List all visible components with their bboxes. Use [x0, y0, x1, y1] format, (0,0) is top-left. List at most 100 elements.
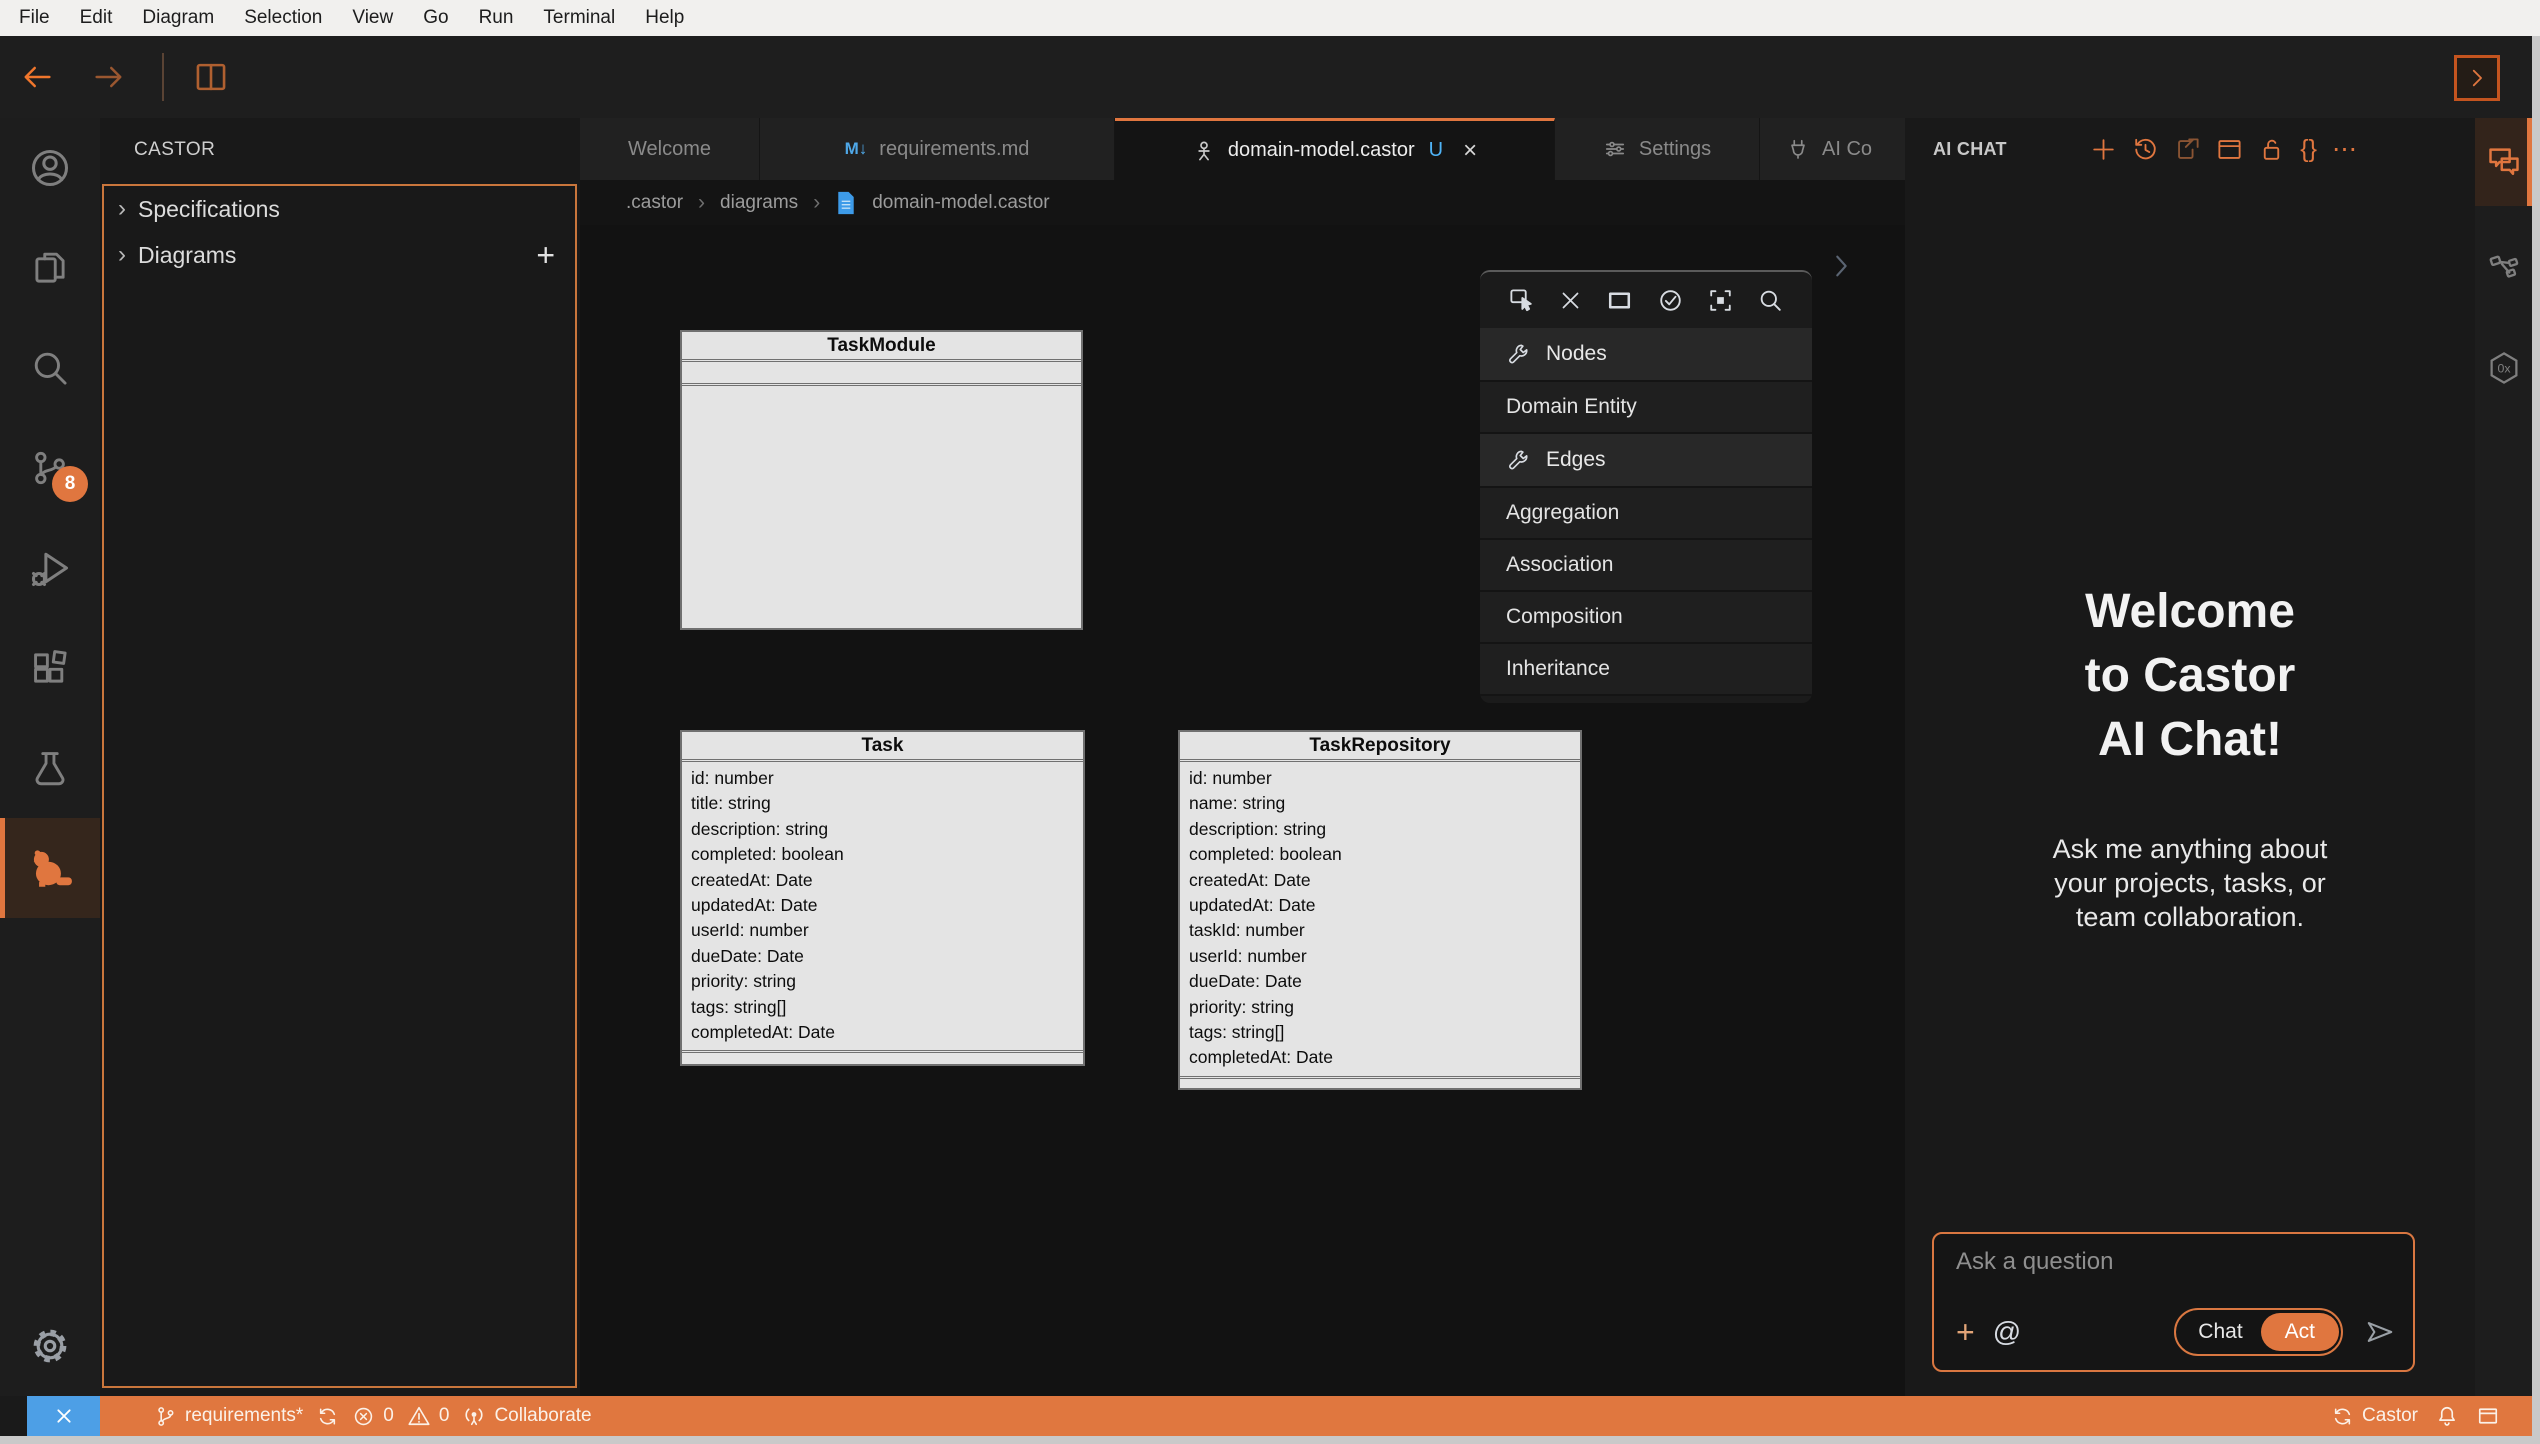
validate-tool[interactable] — [1657, 287, 1684, 314]
export-note-button[interactable] — [2174, 136, 2201, 163]
tree-item-specifications[interactable]: › Specifications — [104, 186, 575, 232]
right-bar-hex[interactable]: 0x — [2475, 324, 2532, 412]
remote-icon — [51, 1403, 77, 1429]
tab-ai-config[interactable]: AI Co — [1760, 118, 1905, 180]
error-status[interactable]: 0 — [352, 1405, 394, 1428]
bell-icon — [2435, 1404, 2459, 1428]
delete-tool[interactable] — [1558, 288, 1583, 313]
menu-item[interactable]: Edit — [65, 0, 128, 36]
right-bar-hierarchy[interactable] — [2475, 220, 2532, 308]
palette-item[interactable]: Inheritance — [1480, 644, 1812, 696]
class-node-taskrepository[interactable]: TaskRepository id: numbername: stringdes… — [1178, 730, 1582, 1090]
panel-icon — [2476, 1404, 2500, 1428]
tab-welcome[interactable]: Welcome — [580, 118, 760, 180]
activity-castor[interactable] — [0, 818, 100, 918]
collaborate-status[interactable]: Collaborate — [462, 1404, 591, 1428]
menu-item[interactable]: View — [337, 0, 408, 36]
menu-item[interactable]: File — [4, 0, 65, 36]
layout-icon — [2216, 136, 2243, 163]
palette-item[interactable]: Aggregation — [1480, 488, 1812, 540]
layout-button[interactable] — [2216, 136, 2243, 163]
focus-center-tool[interactable] — [1707, 287, 1734, 314]
menu-item[interactable]: Go — [408, 0, 463, 36]
chevron-right-icon — [2464, 65, 2490, 91]
back-button[interactable] — [14, 54, 60, 100]
menu-item[interactable]: Help — [630, 0, 699, 36]
sidebar-title: CASTOR — [100, 118, 580, 182]
select-cursor-tool[interactable] — [1508, 287, 1535, 314]
palette-collapse-chevron[interactable] — [1826, 251, 1856, 281]
warning-icon — [407, 1404, 431, 1428]
new-chat-button[interactable] — [2090, 136, 2117, 163]
mode-chat-option[interactable]: Chat — [2180, 1320, 2260, 1344]
split-editor-button[interactable] — [188, 54, 234, 100]
breadcrumb: .castor › diagrams › domain-model.castor — [580, 180, 1905, 225]
palette-section-edges[interactable]: Edges — [1480, 434, 1812, 488]
activity-run-debug[interactable] — [0, 518, 100, 618]
class-attribute: updatedAt: Date — [682, 893, 1083, 918]
files-icon — [29, 247, 71, 289]
mode-act-option[interactable]: Act — [2261, 1313, 2339, 1351]
palette-item[interactable]: Association — [1480, 540, 1812, 592]
unlock-button[interactable] — [2258, 136, 2285, 163]
palette-item-domain-entity[interactable]: Domain Entity — [1480, 382, 1812, 434]
hex-label: 0x — [2497, 362, 2511, 376]
status-bar-left: requirements* 0 0 Collaborate — [154, 1396, 592, 1436]
breadcrumb-root[interactable]: .castor — [626, 192, 683, 214]
mention-button[interactable]: @ — [1993, 1318, 2021, 1346]
menu-item[interactable]: Run — [464, 0, 529, 36]
warning-status[interactable]: 0 — [407, 1404, 450, 1428]
attach-button[interactable]: + — [1956, 1316, 1975, 1348]
class-attributes: id: numbername: stringdescription: strin… — [1180, 762, 1580, 1079]
split-columns-icon — [192, 58, 230, 96]
chat-header: AI CHAT {} ⋯ — [1905, 118, 2475, 180]
select-cursor-icon — [1508, 287, 1535, 314]
menu-item[interactable]: Terminal — [528, 0, 630, 36]
activity-settings[interactable] — [0, 1296, 100, 1396]
forward-button[interactable] — [86, 54, 132, 100]
class-attribute: dueDate: Date — [682, 944, 1083, 969]
close-tab-button[interactable]: × — [1463, 137, 1477, 165]
diagram-canvas[interactable]: TaskModule Task id: numbertitle: stringd… — [580, 225, 1905, 1396]
arrow-right-icon — [91, 59, 127, 95]
braces-button[interactable]: {} — [2300, 137, 2317, 162]
tab-settings[interactable]: Settings — [1555, 118, 1760, 180]
class-node-task[interactable]: Task id: numbertitle: stringdescription:… — [680, 730, 1085, 1066]
send-button[interactable] — [2365, 1317, 2395, 1347]
chat-mode-toggle[interactable]: Chat Act — [2174, 1308, 2343, 1356]
activity-explorer[interactable] — [0, 218, 100, 318]
activity-search[interactable] — [0, 318, 100, 418]
palette-item[interactable]: Composition — [1480, 592, 1812, 644]
welcome-line: AI Chat! — [2085, 708, 2296, 772]
tab-requirements[interactable]: M↓ requirements.md — [760, 118, 1115, 180]
palette-section-nodes[interactable]: Nodes — [1480, 328, 1812, 382]
more-actions-button[interactable]: ⋯ — [2332, 137, 2357, 162]
chat-question-input[interactable] — [1956, 1248, 2395, 1276]
activity-source-control[interactable]: 8 — [0, 418, 100, 518]
right-bar-ai-chat[interactable] — [2475, 118, 2532, 206]
activity-extensions[interactable] — [0, 618, 100, 718]
zoom-tool[interactable] — [1757, 287, 1784, 314]
class-attribute: priority: string — [1180, 995, 1580, 1020]
castor-sync-status[interactable]: Castor — [2331, 1405, 2418, 1428]
toggle-panel-button[interactable] — [2454, 55, 2500, 101]
notifications-button[interactable] — [2435, 1404, 2459, 1428]
remote-indicator[interactable] — [27, 1396, 100, 1436]
marquee-tool[interactable] — [1606, 287, 1633, 314]
breadcrumb-file[interactable]: domain-model.castor — [872, 192, 1049, 214]
tab-domain-model[interactable]: domain-model.castor U × — [1115, 118, 1555, 180]
branch-label: requirements* — [185, 1405, 303, 1427]
tab-label: Welcome — [628, 138, 711, 161]
branch-status[interactable]: requirements* — [154, 1405, 303, 1428]
class-node-taskmodule[interactable]: TaskModule — [680, 330, 1083, 630]
sync-status[interactable] — [316, 1405, 339, 1428]
breadcrumb-folder[interactable]: diagrams — [720, 192, 798, 214]
class-attribute: userId: number — [1180, 944, 1580, 969]
tree-item-diagrams[interactable]: › Diagrams + — [104, 232, 575, 278]
history-button[interactable] — [2132, 136, 2159, 163]
activity-testing[interactable] — [0, 718, 100, 818]
menu-item[interactable]: Diagram — [127, 0, 229, 36]
panel-layout-button[interactable] — [2476, 1404, 2500, 1428]
menu-item[interactable]: Selection — [229, 0, 337, 36]
activity-account[interactable] — [0, 118, 100, 218]
